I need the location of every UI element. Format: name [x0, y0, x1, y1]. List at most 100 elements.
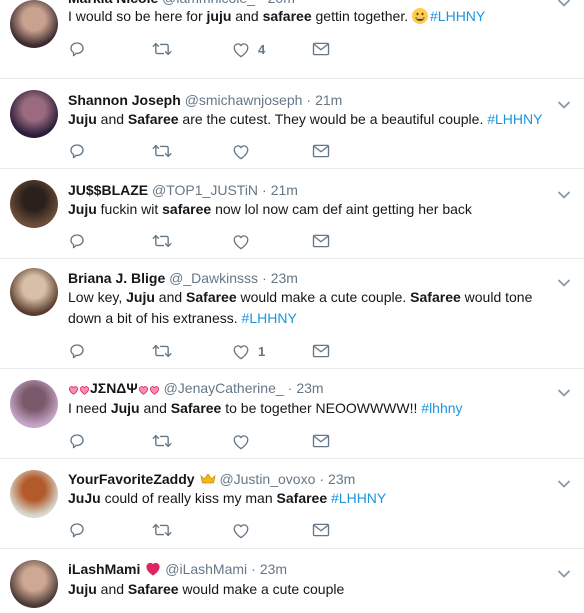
- direct-message-button[interactable]: [312, 140, 330, 162]
- tweet-timestamp[interactable]: 23m: [328, 471, 355, 487]
- user-handle[interactable]: @_Dawkinsss: [169, 270, 258, 286]
- text-segment: I would so be here for: [68, 8, 207, 24]
- user-handle[interactable]: @iLashMami: [165, 561, 247, 577]
- text-segment: and: [96, 111, 128, 127]
- envelope-icon: [312, 522, 330, 538]
- grinning-face-icon: [412, 8, 429, 24]
- tweet[interactable]: Shannon Joseph @smichawnjoseph · 21m Juju a…: [0, 79, 584, 169]
- retweet-button[interactable]: [152, 519, 172, 541]
- like-button[interactable]: [232, 230, 250, 252]
- text-segment: to be together NEOOWWWW!!: [221, 400, 422, 416]
- highlighted-keyword: Juju: [68, 201, 97, 217]
- avatar[interactable]: [10, 560, 58, 608]
- envelope-icon: [312, 41, 330, 57]
- user-handle[interactable]: @Justin_ovoxo: [219, 471, 315, 487]
- reply-button[interactable]: [68, 340, 86, 362]
- text-segment: now lol now cam def aint getting her bac…: [211, 201, 472, 217]
- separator-dot: ·: [306, 92, 312, 108]
- highlighted-keyword: Safaree: [127, 111, 179, 127]
- text-segment: Low key,: [68, 289, 127, 305]
- avatar[interactable]: [10, 180, 58, 228]
- text-segment: would make a cute couple: [178, 581, 345, 597]
- user-handle[interactable]: @TOP1_JUSTiN: [152, 182, 258, 198]
- reply-button[interactable]: [68, 430, 86, 452]
- envelope-icon: [312, 343, 330, 359]
- chevron-down-icon[interactable]: [558, 186, 570, 199]
- hashtag-link[interactable]: #LHHNY: [242, 310, 297, 326]
- avatar[interactable]: [10, 380, 58, 428]
- reply-icon: [68, 40, 86, 58]
- direct-message-button[interactable]: [312, 519, 330, 541]
- reply-icon: [68, 342, 86, 360]
- tweet[interactable]: iLashMami @iLashMami · 23m Juju and Safaree…: [0, 549, 584, 613]
- tweet-timestamp[interactable]: 21m: [315, 92, 342, 108]
- red-heart-icon: [145, 561, 161, 580]
- tweet-header: JΣNΔΨ @JenayCatherine_ · 23m: [68, 379, 324, 399]
- display-name[interactable]: Shannon Joseph: [68, 92, 181, 108]
- display-name[interactable]: YourFavoriteZaddy: [68, 471, 195, 487]
- direct-message-button[interactable]: [312, 340, 330, 362]
- heart-icon: [232, 143, 250, 160]
- highlighted-keyword: Safaree: [170, 400, 222, 416]
- display-name[interactable]: JU$$BLAZE: [68, 182, 148, 198]
- retweet-button[interactable]: [152, 140, 172, 162]
- display-name[interactable]: JΣNΔΨ: [90, 380, 138, 396]
- chevron-down-icon[interactable]: [558, 565, 570, 578]
- tweet-feed: Markia Nicole @iammnicole_·20mI would so…: [0, 0, 584, 613]
- reply-icon: [68, 232, 86, 250]
- chevron-down-icon[interactable]: [558, 384, 570, 397]
- reply-button[interactable]: [68, 140, 86, 162]
- chevron-down-icon[interactable]: [558, 274, 570, 287]
- avatar[interactable]: [10, 0, 58, 48]
- direct-message-button[interactable]: [312, 230, 330, 252]
- user-handle[interactable]: @JenayCatherine_: [164, 380, 284, 396]
- like-button[interactable]: [232, 430, 250, 452]
- highlighted-keyword: Safaree: [186, 289, 237, 305]
- tweet-timestamp[interactable]: 23m: [260, 561, 287, 577]
- tweet[interactable]: Briana J. Blige @_Dawkinsss · 23m Low key, …: [0, 259, 584, 369]
- direct-message-button[interactable]: [312, 38, 330, 60]
- retweet-button[interactable]: [152, 430, 172, 452]
- pink-hearts-icon: [68, 381, 90, 399]
- reply-button[interactable]: [68, 230, 86, 252]
- like-button[interactable]: 4: [232, 38, 265, 60]
- retweet-button[interactable]: [152, 230, 172, 252]
- tweet-timestamp[interactable]: 21m: [271, 182, 298, 198]
- like-button[interactable]: [232, 140, 250, 162]
- tweet[interactable]: Markia Nicole @iammnicole_·20mI would so…: [0, 0, 584, 79]
- reply-button[interactable]: [68, 38, 86, 60]
- tweet-text: Juju and Safaree are the cutest. They wo…: [68, 109, 560, 130]
- text-segment: and: [231, 8, 263, 24]
- chevron-down-icon[interactable]: [558, 96, 570, 109]
- tweet-text: I would so be here for juju and safaree …: [68, 6, 560, 27]
- hashtag-link[interactable]: #LHHNY: [430, 8, 485, 24]
- tweet-timestamp[interactable]: 23m: [271, 270, 298, 286]
- avatar[interactable]: [10, 268, 58, 316]
- tweet-header: Shannon Joseph @smichawnjoseph · 21m: [68, 91, 342, 109]
- hashtag-link[interactable]: #LHHNY: [487, 111, 542, 127]
- reply-button[interactable]: [68, 519, 86, 541]
- chevron-down-icon[interactable]: [558, 475, 570, 488]
- hashtag-link[interactable]: #lhhny: [421, 400, 462, 416]
- user-handle[interactable]: @smichawnjoseph: [185, 92, 303, 108]
- retweet-icon: [152, 232, 172, 250]
- display-name[interactable]: iLashMami: [68, 561, 140, 577]
- retweet-button[interactable]: [152, 340, 172, 362]
- direct-message-button[interactable]: [312, 430, 330, 452]
- crown-icon: [199, 471, 216, 487]
- chevron-down-icon[interactable]: [558, 0, 570, 7]
- like-count: 4: [258, 41, 266, 57]
- tweet-timestamp[interactable]: 23m: [296, 380, 323, 396]
- hashtag-link[interactable]: #LHHNY: [331, 490, 386, 506]
- tweet[interactable]: YourFavoriteZaddy @Justin_ovoxo · 23m JuJu …: [0, 459, 584, 549]
- like-button[interactable]: [232, 519, 250, 541]
- retweet-button[interactable]: [152, 38, 172, 60]
- avatar[interactable]: [10, 90, 58, 138]
- display-name[interactable]: Briana J. Blige: [68, 270, 165, 286]
- avatar[interactable]: [10, 470, 58, 518]
- tweet[interactable]: JΣNΔΨ @JenayCatherine_ · 23m I need Juju an…: [0, 369, 584, 459]
- like-button[interactable]: 1: [232, 340, 265, 362]
- tweet-header: Briana J. Blige @_Dawkinsss · 23m: [68, 269, 298, 287]
- highlighted-keyword: Juju: [68, 111, 97, 127]
- tweet[interactable]: JU$$BLAZE @TOP1_JUSTiN · 21m Juju fuckin wi…: [0, 169, 584, 259]
